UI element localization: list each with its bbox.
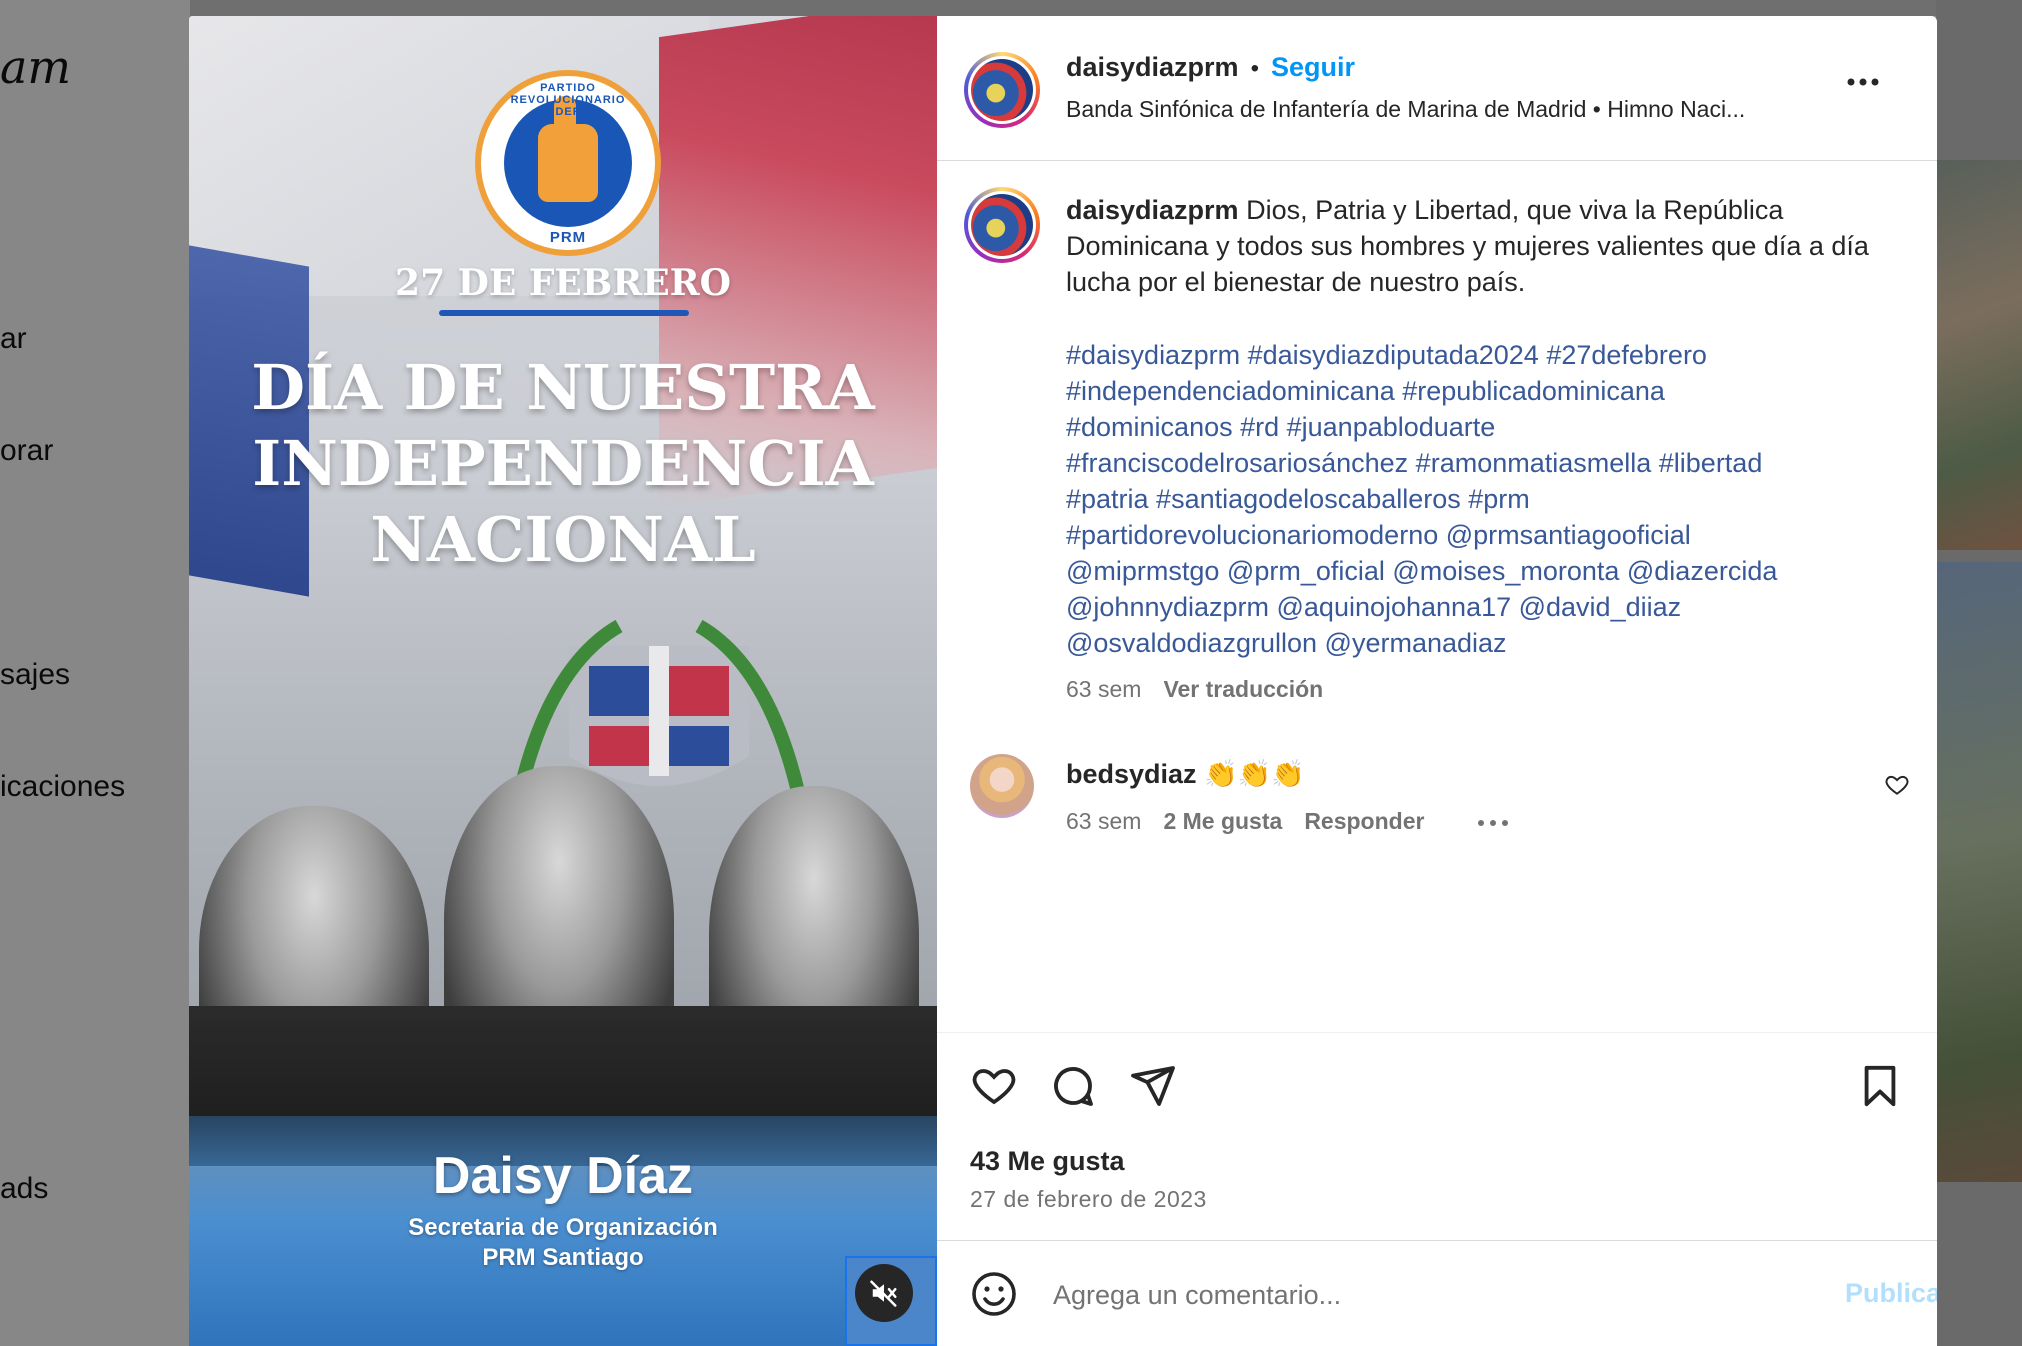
background-nav-item[interactable]: ar — [0, 322, 27, 356]
media-role-line: Secretaria de Organización — [408, 1214, 718, 1241]
hashtag-line[interactable]: @miprmstgo @prm_oficial @moises_moronta … — [1066, 553, 1886, 589]
audio-info-link[interactable]: Banda Sinfónica de Infantería de Marina … — [1066, 96, 1745, 123]
heart-icon[interactable] — [1884, 772, 1910, 798]
background-nav-item[interactable]: ads — [0, 1172, 48, 1206]
hashtag-line[interactable]: #independenciadominicana #republicadomin… — [1066, 373, 1886, 409]
media-headline-line: INDEPENDENCIA — [252, 427, 874, 500]
post-details-panel: daisydiazprm • Seguir Banda Sinfónica de I… — [937, 16, 1937, 1346]
more-horizontal-icon[interactable] — [1845, 76, 1881, 88]
hashtag-line[interactable]: #dominicanos #rd #juanpabloduarte — [1066, 409, 1886, 445]
actions-divider — [937, 1032, 1937, 1033]
header-user-row: daisydiazprm • Seguir — [1066, 52, 1355, 83]
hashtag-line[interactable]: @johnnydiazprm @aquinojohanna17 @david_d… — [1066, 589, 1886, 625]
media-date-text: 27 DE FEBRERO — [395, 262, 731, 304]
background-nav-item[interactable]: sajes — [0, 658, 70, 692]
party-logo-bottom-text: PRM — [549, 229, 587, 246]
media-headline: DÍA DE NUESTRA INDEPENDENCIA NACIONAL — [189, 350, 937, 578]
background-photo[interactable] — [1936, 562, 2022, 1182]
comment-icon[interactable] — [1049, 1062, 1097, 1110]
comment-text: 👏👏👏 — [1204, 759, 1305, 789]
post-date[interactable]: 27 de febrero de 2023 — [970, 1186, 1207, 1213]
mute-button[interactable] — [855, 1264, 913, 1322]
commenter-username[interactable]: bedsydiaz — [1066, 759, 1197, 789]
comment-likes[interactable]: 2 Me gusta — [1163, 808, 1282, 834]
post-media[interactable]: PARTIDO REVOLUCIONARIO MODERNO PRM 27 DE… — [189, 16, 937, 1346]
background-photo-grid — [1936, 0, 2022, 1346]
thumbs-up-icon — [504, 96, 632, 227]
party-logo: PARTIDO REVOLUCIONARIO MODERNO PRM — [475, 70, 661, 256]
post-header: daisydiazprm • Seguir Banda Sinfónica de I… — [937, 16, 1937, 161]
hashtag-line[interactable]: #daisydiazprm #daisydiazdiputada2024 #27… — [1066, 337, 1886, 373]
hashtag-line[interactable]: #partidorevolucionariomoderno @prmsantia… — [1066, 517, 1886, 553]
separator-dot: • — [1250, 55, 1259, 82]
hashtag-line[interactable]: @osvaldodiazgrullon @yermanadiaz — [1066, 625, 1886, 661]
comment-input[interactable] — [1053, 1273, 1753, 1317]
commenter-avatar[interactable] — [970, 754, 1034, 818]
background-logo: am — [0, 40, 72, 94]
smiley-icon[interactable] — [970, 1270, 1018, 1318]
media-headline-line: NACIONAL — [370, 503, 756, 576]
likes-count[interactable]: 43 Me gusta — [970, 1146, 1125, 1177]
caption-text-block: daisydiazprm Dios, Patria y Libertad, qu… — [1066, 192, 1886, 300]
founding-fathers-portraits — [189, 746, 937, 1166]
caption-hashtags: #daisydiazprm #daisydiazdiputada2024 #27… — [1066, 337, 1886, 661]
media-date-underline — [439, 310, 689, 316]
caption-time[interactable]: 63 sem — [1066, 676, 1141, 702]
media-role-line: PRM Santiago — [482, 1244, 644, 1271]
caption-username[interactable]: daisydiazprm — [1066, 195, 1239, 225]
translate-button[interactable]: Ver traducción — [1163, 676, 1323, 702]
caption-meta: 63 sem Ver traducción — [1066, 676, 1323, 703]
comment-meta: 63 sem 2 Me gusta Responder — [1066, 808, 1509, 835]
media-name: Daisy Díaz — [432, 1147, 694, 1205]
background-sidebar: am ar orar sajes icaciones ads — [0, 0, 190, 1346]
hashtag-line[interactable]: #franciscodelrosariosánchez #ramonmatias… — [1066, 445, 1886, 481]
background-photo[interactable] — [1936, 160, 2022, 550]
party-logo-top-text: PARTIDO REVOLUCIONARIO MODERNO — [510, 82, 626, 118]
heart-icon[interactable] — [969, 1062, 1019, 1110]
author-username[interactable]: daisydiazprm — [1066, 52, 1239, 82]
more-horizontal-icon[interactable] — [1477, 819, 1509, 827]
post-modal: PARTIDO REVOLUCIONARIO MODERNO PRM 27 DE… — [189, 16, 1937, 1346]
follow-button[interactable]: Seguir — [1271, 52, 1355, 82]
background-nav-item[interactable]: icaciones — [0, 770, 125, 804]
hashtag-line[interactable]: #patria #santiagodeloscaballeros #prm — [1066, 481, 1886, 517]
comment-row: bedsydiaz 👏👏👏 — [1066, 758, 1305, 790]
speaker-muted-icon — [870, 1280, 897, 1307]
paper-plane-icon[interactable] — [1129, 1062, 1177, 1110]
background-nav-item[interactable]: orar — [0, 434, 53, 468]
publish-button[interactable]: Publicar — [1845, 1278, 1937, 1309]
caption-author-avatar[interactable] — [964, 187, 1040, 263]
comment-time[interactable]: 63 sem — [1066, 808, 1141, 834]
bookmark-icon[interactable] — [1857, 1062, 1903, 1110]
reply-button[interactable]: Responder — [1304, 808, 1424, 834]
background-top-strip — [190, 0, 1936, 16]
media-headline-line: DÍA DE NUESTRA — [251, 351, 875, 424]
author-avatar[interactable] — [964, 52, 1040, 128]
